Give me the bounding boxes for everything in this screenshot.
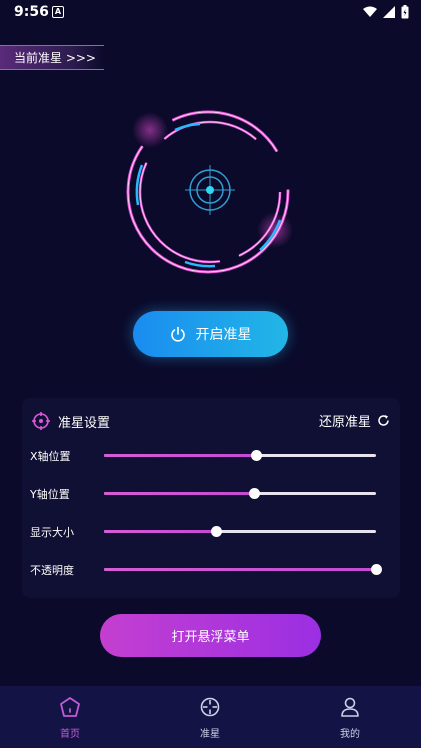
slider-thumb[interactable] [251, 450, 263, 461]
home-icon [60, 697, 80, 717]
status-icons [363, 4, 409, 20]
profile-icon [341, 697, 359, 717]
slider-label: 显示大小 [30, 526, 74, 539]
tab-label: 准星 [200, 729, 220, 740]
slider-thumb[interactable] [248, 488, 260, 499]
slider-label: 不透明度 [30, 564, 74, 577]
slider-opacity: 不透明度 [30, 560, 390, 580]
tab-label: 首页 [60, 729, 80, 740]
start-crosshair-button[interactable]: 开启准星 [133, 311, 288, 357]
tab-label: 我的 [340, 729, 360, 740]
reset-label: 还原准星 [318, 415, 371, 430]
status-time: 9:56 [14, 4, 49, 20]
slider-label: X轴位置 [30, 450, 71, 463]
open-floating-menu-button[interactable]: 打开悬浮菜单 [100, 614, 321, 657]
refresh-icon [378, 415, 389, 426]
settings-title: 准星设置 [58, 416, 111, 431]
slider-thumb[interactable] [210, 526, 222, 537]
tab-profile[interactable]: 我的 [320, 696, 380, 740]
slider-fill [104, 530, 216, 533]
slider-label: Y轴位置 [30, 488, 70, 501]
battery-icon [401, 5, 409, 19]
reticle-icon [126, 110, 293, 274]
slider-thumb[interactable] [371, 564, 382, 575]
reset-crosshair-button[interactable]: 还原准星 [319, 411, 390, 430]
slider-x-position: X轴位置 [30, 446, 390, 466]
tab-crosshair[interactable]: 准星 [180, 696, 240, 740]
tab-home[interactable]: 首页 [40, 696, 100, 740]
slider-y-position: Y轴位置 [30, 484, 390, 504]
reticle-preview [120, 110, 300, 280]
crosshair-icon [200, 697, 220, 717]
slider-fill [104, 454, 257, 457]
bottom-tab-bar: 首页 准星 我的 [0, 686, 421, 748]
start-crosshair-label: 开启准星 [195, 327, 252, 343]
slider-fill [104, 568, 376, 571]
slider-track[interactable] [104, 564, 382, 575]
status-bar: 9:56 A [0, 0, 421, 26]
wifi-icon [363, 6, 377, 17]
slider-fill [104, 492, 254, 495]
slider-track[interactable] [104, 450, 376, 461]
power-icon [170, 326, 185, 342]
slider-track[interactable] [104, 526, 376, 537]
current-crosshair-tag[interactable]: 当前准星 >>> [0, 45, 104, 70]
crosshair-settings-card: 准星设置 还原准星 X轴位置 Y轴位置 显示大小 不透明度 [22, 398, 400, 598]
signal-icon [383, 6, 395, 18]
notification-icon: A [52, 6, 64, 18]
slider-track[interactable] [104, 488, 376, 499]
target-icon [32, 412, 50, 430]
slider-size: 显示大小 [30, 522, 390, 542]
